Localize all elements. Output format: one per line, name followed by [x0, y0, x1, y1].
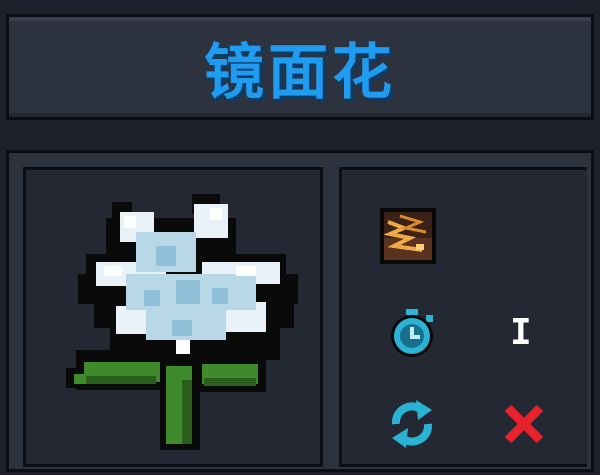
title-panel: 镜面花 [6, 14, 594, 120]
lightning-element-icon [380, 208, 436, 264]
red-x-icon [502, 402, 546, 446]
item-stats-panel: I [339, 167, 587, 467]
refresh-icon [386, 398, 438, 450]
item-title: 镜面花 [204, 37, 396, 108]
item-detail-panel: I [6, 150, 594, 472]
mirror-flower-icon [66, 194, 298, 450]
cooldown-value: I [510, 312, 532, 353]
item-preview-frame [23, 167, 323, 467]
stopwatch-icon [386, 307, 438, 359]
